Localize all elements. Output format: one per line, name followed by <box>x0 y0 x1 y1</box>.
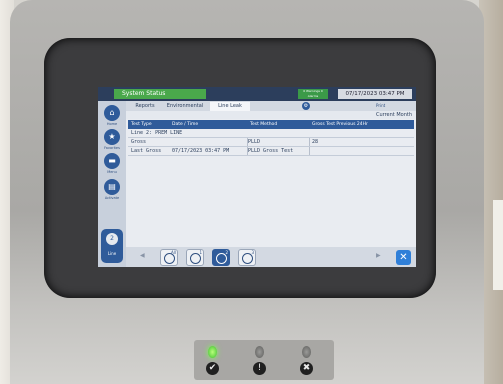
star-icon[interactable]: ★ <box>104 129 120 145</box>
tab-line-leak[interactable]: Line Leak <box>210 102 250 111</box>
activate-icon[interactable]: ▤ <box>104 179 120 195</box>
datetime-display: 07/17/2023 03:47 PM <box>338 89 412 99</box>
graph-2-button[interactable]: 2 <box>212 249 230 266</box>
warning-led <box>255 346 264 358</box>
table-group-row[interactable]: Line 2: PREM LINE <box>128 129 414 138</box>
scroll-left-icon[interactable]: ◀ <box>140 252 145 259</box>
cell-datetime: 07/17/2023 03:47 PM <box>172 147 248 155</box>
line-number: 2 <box>106 233 118 245</box>
cell-method: PLLD <box>248 138 310 146</box>
table-row[interactable]: Gross PLLD 28 <box>128 138 414 147</box>
check-icon: ✔ <box>206 362 219 375</box>
graph-label: 2 <box>225 250 228 255</box>
tab-reports[interactable]: Reports <box>130 102 160 111</box>
table-row[interactable]: Last Gross 07/17/2023 03:47 PM PLLD Gros… <box>128 147 414 156</box>
header-gross-prev: Gross Test Previous 24Hr <box>312 122 368 127</box>
paper-sheet <box>493 200 503 290</box>
close-icon[interactable]: ✕ <box>396 250 411 265</box>
graph-all-button[interactable]: All <box>160 249 178 266</box>
tab-environmental[interactable]: Environmental <box>162 102 208 111</box>
bottom-toolbar: ◀ All 1 2 3 ▶ ✕ <box>126 247 416 267</box>
scroll-right-icon[interactable]: ▶ <box>376 252 381 259</box>
alarm-led <box>302 346 311 358</box>
system-status-button[interactable]: System Status <box>114 89 206 99</box>
print-button[interactable]: Print <box>376 103 385 108</box>
header-date-time: Date / Time <box>172 122 199 127</box>
sidebar-favorites-label: Favorites <box>104 146 120 150</box>
sidebar-menu-label: Menu <box>107 170 117 174</box>
graph-1-button[interactable]: 1 <box>186 249 204 266</box>
graph-label: 1 <box>199 250 202 255</box>
line-selector-button[interactable]: 2 Line <box>101 229 123 263</box>
warning-icon: ! <box>253 362 266 375</box>
alarm-icon: ✖ <box>300 362 313 375</box>
indicator-panel: ✔ ! ✖ <box>194 340 334 380</box>
ok-led <box>208 346 217 358</box>
table-header: Test Type Date / Time Test Method Gross … <box>128 120 414 129</box>
cell-method: PLLD Gross Test <box>248 147 310 155</box>
graph-3-button[interactable]: 3 <box>238 249 256 266</box>
sidebar-home-label: Home <box>106 122 118 126</box>
cell-prev24: 28 <box>312 139 319 145</box>
graph-label: All <box>171 250 176 255</box>
group-title: Line 2: PREM LINE <box>131 130 183 136</box>
line-label: Line <box>107 251 117 256</box>
sidebar-activate-label: Activate <box>104 196 120 200</box>
header-test-method: Test Method <box>250 122 278 127</box>
period-selector[interactable]: Current Month <box>376 112 412 118</box>
alarm-badge[interactable]: 0 Warnings 0 Alarms <box>298 89 328 99</box>
period-bar: Current Month <box>126 111 416 119</box>
status-bar: System Status 0 Warnings 0 Alarms 07/17/… <box>98 87 416 101</box>
graph-label: 3 <box>251 250 254 255</box>
cell-test-type: Last Gross <box>131 148 162 154</box>
tab-bar: Reports Environmental Line Leak ⚙ Print <box>126 101 416 111</box>
header-test-type: Test Type <box>131 122 152 127</box>
menu-icon[interactable]: ▬ <box>104 153 120 169</box>
cell-datetime <box>172 138 248 146</box>
sidebar: ⌂ Home ★ Favorites ▬ Menu ▤ Activate 2 L… <box>98 101 126 267</box>
touch-screen: System Status 0 Warnings 0 Alarms 07/17/… <box>98 87 416 267</box>
filter-icon[interactable]: ⚙ <box>302 102 310 110</box>
cell-test-type: Gross <box>131 139 147 145</box>
home-icon[interactable]: ⌂ <box>104 105 120 121</box>
